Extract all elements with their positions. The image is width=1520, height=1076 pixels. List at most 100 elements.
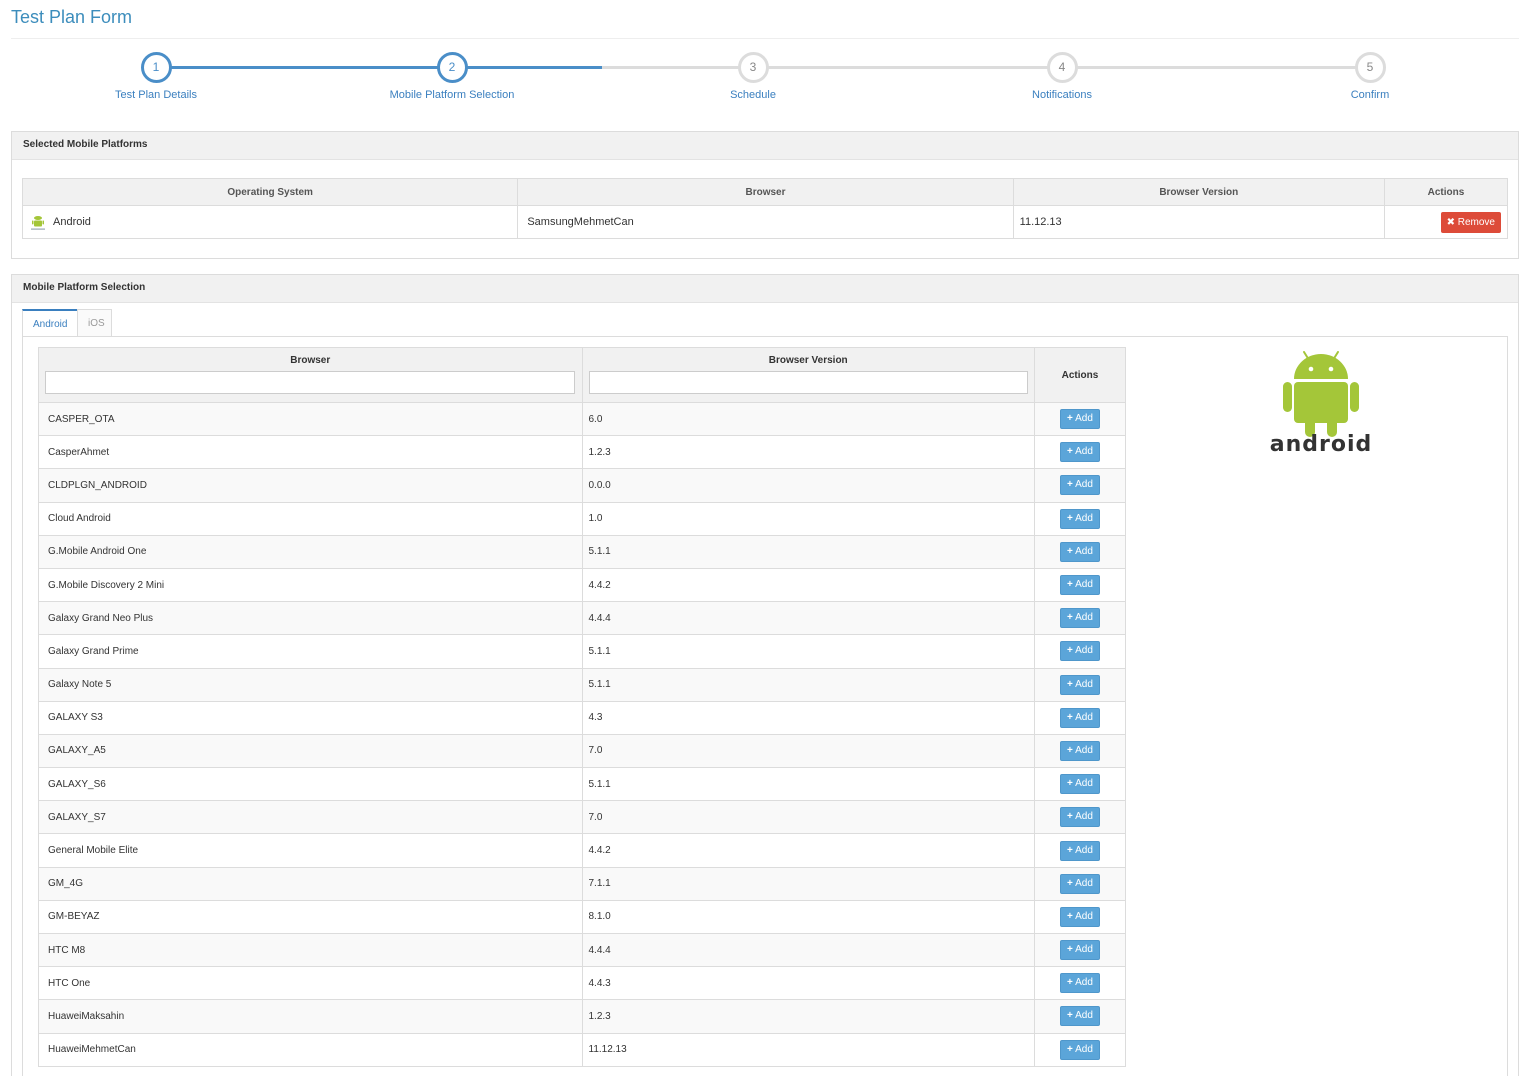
table-row: CasperAhmet 1.2.3 + Add [38, 435, 1127, 470]
plus-icon: + [1067, 1043, 1073, 1055]
add-button[interactable]: + Add [1060, 1039, 1100, 1060]
actions-cell: + Add [1033, 733, 1127, 769]
add-button[interactable]: + Add [1060, 641, 1100, 662]
browser-version: 1.0 [581, 501, 1035, 536]
add-button[interactable]: + Add [1060, 1006, 1100, 1027]
actions-cell: + Add [1033, 601, 1127, 636]
plus-icon: + [1067, 479, 1073, 491]
wizard-step-5[interactable]: 5 Confirm [1290, 50, 1450, 101]
plus-icon: + [1067, 612, 1073, 624]
table-row: CLDPLGN_ANDROID 0.0.0 + Add [38, 468, 1127, 503]
android-wordmark: android [1270, 432, 1373, 457]
table-row: GALAXY_S6 5.1.1 + Add [38, 767, 1127, 802]
add-button[interactable]: + Add [1060, 475, 1100, 496]
table-row: GM-BEYAZ 8.1.0 + Add [38, 899, 1127, 935]
add-label: Add [1075, 944, 1093, 956]
tab-android[interactable]: Android [22, 309, 78, 337]
table-row: CASPER_OTA 6.0 + Add [38, 401, 1127, 437]
actions-cell: + Add [1033, 501, 1127, 536]
add-button[interactable]: + Add [1060, 873, 1100, 894]
add-button[interactable]: + Add [1060, 409, 1100, 430]
platform-selection-panel: Mobile Platform Selection Android iOS Br… [11, 274, 1519, 1076]
add-button[interactable]: + Add [1060, 840, 1100, 861]
browser-version: 0.0.0 [581, 468, 1035, 503]
actions-cell: + Add [1033, 435, 1127, 470]
step-label: Notifications [1032, 89, 1092, 101]
step-label: Schedule [730, 89, 776, 101]
add-label: Add [1075, 678, 1093, 690]
browser-name: CLDPLGN_ANDROID [38, 468, 583, 503]
add-button[interactable]: + Add [1060, 774, 1100, 795]
step-label: Test Plan Details [115, 89, 197, 101]
step-number: 1 [140, 52, 172, 83]
add-label: Add [1075, 446, 1093, 458]
browser-name: GM_4G [38, 866, 583, 901]
add-label: Add [1075, 977, 1093, 989]
browser-filter-input[interactable] [45, 371, 576, 394]
wizard: 1 Test Plan Details 2 Mobile Platform Se… [0, 50, 1520, 110]
actions-cell: + Add [1033, 534, 1127, 569]
table-row: GALAXY_A5 7.0 + Add [38, 733, 1127, 769]
step-label: Confirm [1350, 89, 1390, 101]
plus-icon: + [1067, 446, 1073, 458]
add-button[interactable]: + Add [1060, 608, 1100, 629]
os-cell: Android [21, 205, 519, 239]
wizard-step-4[interactable]: 4 Notifications [982, 50, 1142, 101]
add-button[interactable]: + Add [1060, 906, 1100, 927]
tab-ios[interactable]: iOS [77, 309, 112, 337]
plus-icon: + [1067, 910, 1073, 922]
add-label: Add [1075, 811, 1093, 823]
add-label: Add [1075, 711, 1093, 723]
actions-cell: + Add [1033, 667, 1127, 702]
close-icon: ✖ [1446, 216, 1455, 228]
actions-cell: + Add [1033, 800, 1127, 835]
add-label: Add [1075, 910, 1093, 922]
actions-cell: + Add [1033, 767, 1127, 802]
add-label: Add [1075, 844, 1093, 856]
actions-cell: + Add [1033, 1032, 1127, 1067]
add-label: Add [1075, 612, 1093, 624]
add-button[interactable]: + Add [1060, 575, 1100, 596]
browser-name: G.Mobile Discovery 2 Mini [38, 567, 583, 603]
browser-version: 4.4.2 [581, 833, 1035, 868]
wizard-step-1[interactable]: 1 Test Plan Details [76, 50, 236, 101]
browser-name: GALAXY_S7 [38, 800, 583, 835]
browser-name: GM-BEYAZ [38, 899, 583, 935]
column-header: Browser Version [768, 355, 848, 366]
column-header: Browser [290, 355, 331, 366]
add-label: Add [1075, 479, 1093, 491]
step-label: Mobile Platform Selection [389, 89, 515, 101]
browser-version: 4.4.3 [581, 966, 1035, 1001]
browser-version: 6.0 [581, 401, 1035, 437]
wizard-step-2[interactable]: 2 Mobile Platform Selection [372, 50, 532, 101]
selected-platforms-table: Operating System Browser Browser Version… [21, 178, 1509, 239]
version-cell: 11.12.13 [1012, 205, 1385, 239]
panel-heading: Selected Mobile Platforms [12, 132, 1518, 160]
remove-button[interactable]: ✖ Remove [1440, 211, 1501, 233]
android-logo: android [1261, 347, 1381, 457]
table-row: GM_4G 7.1.1 + Add [38, 866, 1127, 901]
plus-icon: + [1067, 944, 1073, 956]
browser-name: HTC M8 [38, 932, 583, 968]
add-button[interactable]: + Add [1060, 807, 1100, 828]
add-button[interactable]: + Add [1060, 707, 1100, 728]
add-button[interactable]: + Add [1060, 674, 1100, 695]
actions-cell: + Add [1033, 468, 1127, 503]
version-filter-input[interactable] [588, 371, 1028, 394]
browser-version: 5.1.1 [581, 634, 1035, 669]
add-button[interactable]: + Add [1060, 541, 1100, 562]
browser-version: 7.1.1 [581, 866, 1035, 901]
add-button[interactable]: + Add [1060, 940, 1100, 961]
column-header: Browser Version [1012, 178, 1385, 206]
add-button[interactable]: + Add [1060, 442, 1100, 463]
plus-icon: + [1067, 413, 1073, 425]
plus-icon: + [1067, 877, 1073, 889]
add-button[interactable]: + Add [1060, 973, 1100, 994]
plus-icon: + [1067, 512, 1073, 524]
add-button[interactable]: + Add [1060, 740, 1100, 761]
add-button[interactable]: + Add [1060, 508, 1100, 529]
browser-cell: SamsungMehmetCan [517, 205, 1014, 239]
table-row: HTC M8 4.4.4 + Add [38, 932, 1127, 968]
wizard-step-3[interactable]: 3 Schedule [673, 50, 833, 101]
browser-name: GALAXY_A5 [38, 733, 583, 769]
